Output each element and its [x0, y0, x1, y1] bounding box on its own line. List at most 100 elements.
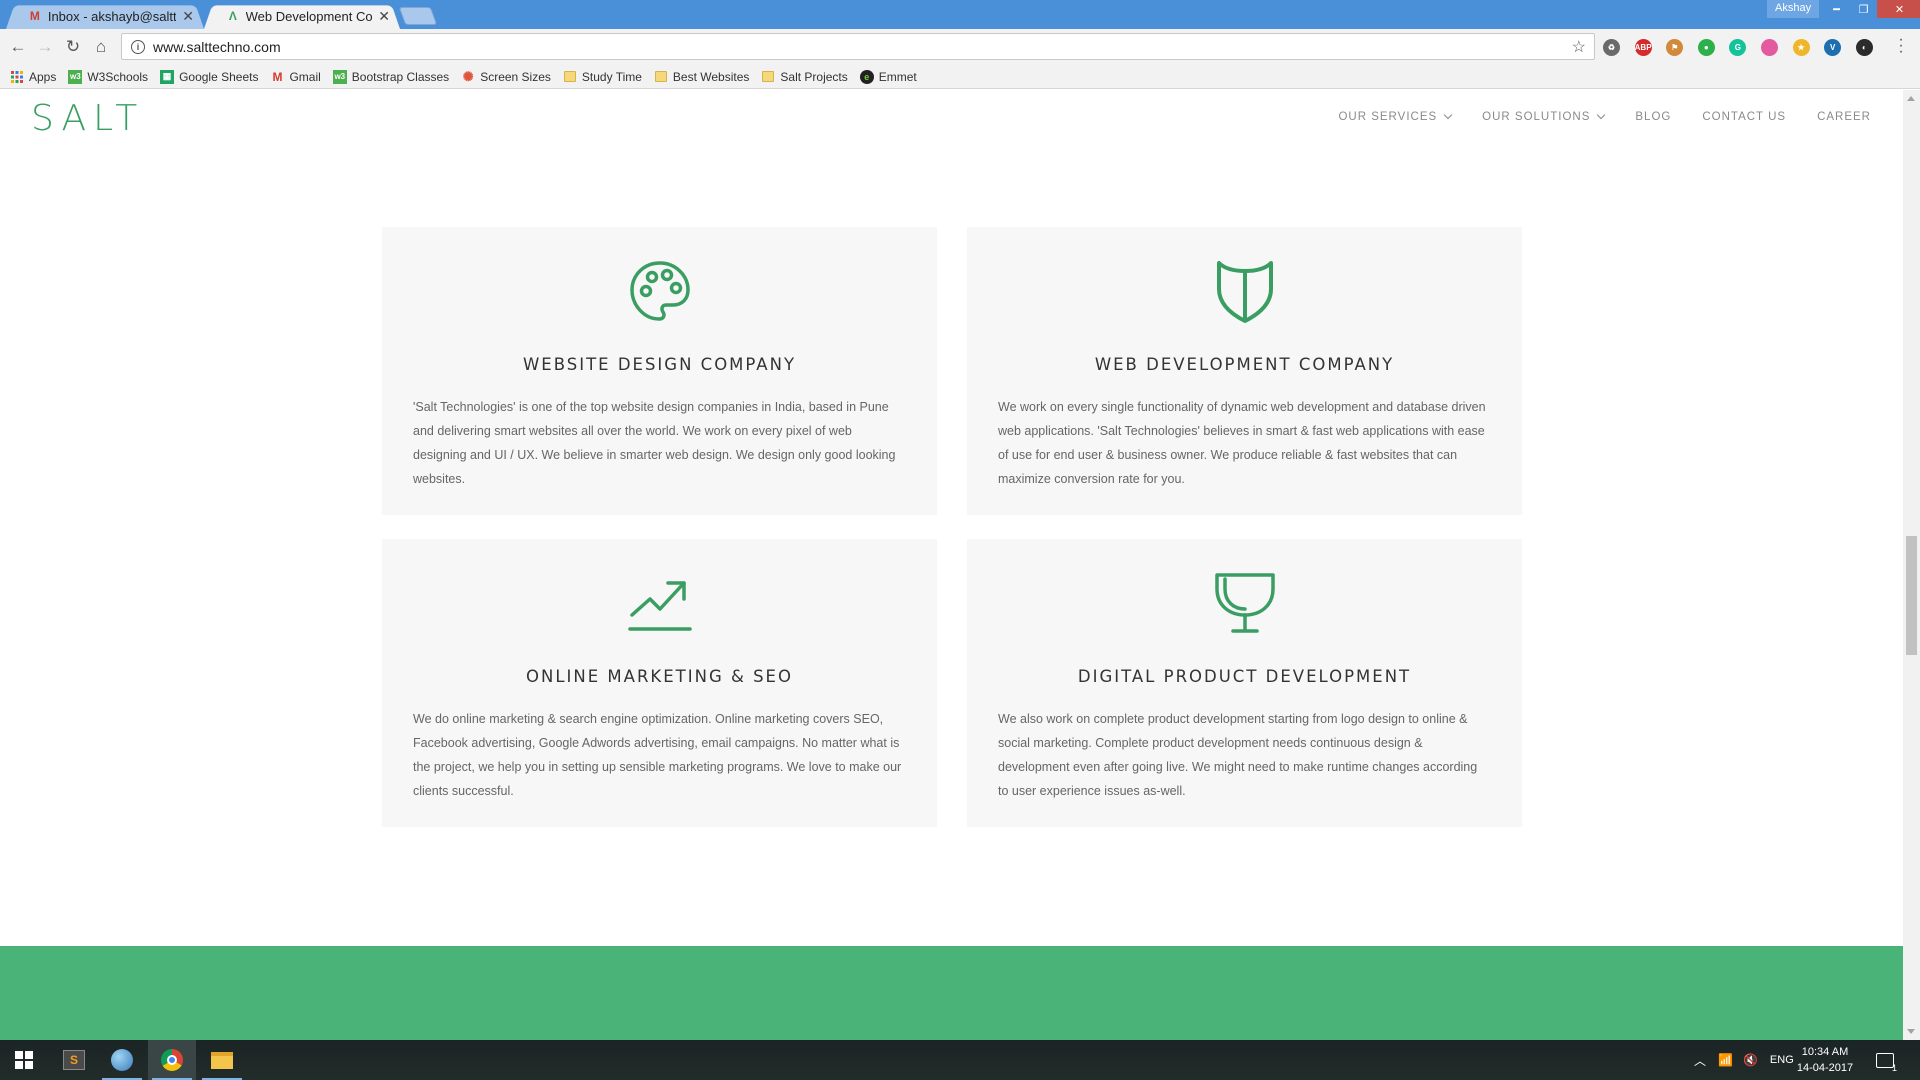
gmail-icon: M	[272, 69, 283, 84]
bookmark-apps[interactable]: Apps	[10, 70, 56, 84]
card-text: 'Salt Technologies' is one of the top we…	[413, 400, 896, 486]
service-card-digital-product: DIGITAL PRODUCT DEVELOPMENT We also work…	[967, 539, 1522, 827]
sublime-text-icon[interactable]: S	[50, 1040, 98, 1080]
bookmark-label: Salt Projects	[780, 69, 848, 84]
bookmark-salt-projects[interactable]: Salt Projects	[761, 69, 848, 84]
salt-icon: Λ	[228, 9, 237, 23]
nav-blog[interactable]: BLOG	[1635, 111, 1671, 123]
bookmark-label: Bootstrap Classes	[351, 69, 450, 84]
language-indicator[interactable]: ENG	[1770, 1054, 1794, 1066]
card-text: We work on every single functionality of…	[998, 400, 1486, 486]
close-icon[interactable]: ✕	[182, 8, 194, 25]
bookmark-label: Google Sheets	[179, 69, 259, 84]
bootstrap-icon: w3	[332, 69, 347, 84]
profile-button[interactable]: Akshay	[1767, 0, 1820, 18]
reload-icon[interactable]: ↻	[63, 37, 83, 57]
site-info-icon[interactable]: i	[131, 39, 145, 54]
paint-app-icon[interactable]	[98, 1040, 146, 1080]
bookmark-bootstrap-classes[interactable]: w3 Bootstrap Classes	[332, 69, 450, 84]
scroll-up-icon[interactable]	[1907, 96, 1915, 101]
nav-career[interactable]: CAREER	[1817, 111, 1871, 123]
grammarly-extension-icon[interactable]: G	[1729, 39, 1747, 56]
tab-title: Web Development Comp	[245, 8, 373, 24]
page-scrollbar[interactable]	[1903, 90, 1920, 1040]
close-icon[interactable]: ✕	[378, 8, 390, 25]
file-explorer-icon[interactable]	[198, 1040, 246, 1080]
dark-circle-extension-icon[interactable]: ◐	[1855, 39, 1873, 56]
chrome-menu-icon[interactable]: · · ·	[1896, 32, 1906, 60]
bookmark-star-extension-icon[interactable]: ★	[1792, 39, 1810, 56]
bookmark-emmet[interactable]: e Emmet	[859, 69, 917, 84]
emmet-icon: e	[859, 69, 874, 84]
close-window-icon[interactable]: ✕	[1877, 0, 1920, 18]
nav-label: CONTACT US	[1702, 111, 1787, 123]
adblock-plus-icon[interactable]: ABP	[1634, 39, 1652, 56]
bookmark-label: Study Time	[581, 69, 642, 84]
card-text: We also work on complete product develop…	[998, 712, 1478, 798]
url-input[interactable]	[153, 38, 1572, 55]
green-section-band	[0, 946, 1903, 1040]
bookmark-screen-sizes[interactable]: ✺ Screen Sizes	[461, 68, 551, 84]
bookmark-label: Gmail	[289, 69, 321, 84]
palette-icon	[629, 261, 690, 321]
bookmark-gmail[interactable]: M Gmail	[270, 70, 320, 84]
forward-icon[interactable]: →	[35, 37, 55, 57]
browser-tab-strip: M Inbox - akshayb@saltte ✕ Λ Web Develop…	[0, 0, 1920, 29]
screen-sizes-icon: ✺	[462, 68, 474, 84]
sheets-icon: ▦	[160, 69, 175, 84]
site-header: SALT OUR SERVICES OUR SOLUTIONS BLOG CON…	[0, 90, 1903, 148]
bookmark-study-time[interactable]: Study Time	[563, 70, 642, 84]
gradient-extension-icon[interactable]	[1761, 39, 1778, 56]
back-icon[interactable]: ←	[8, 37, 28, 57]
restore-icon[interactable]: ❐	[1850, 0, 1877, 18]
browser-toolbar: ← → ↻ ⌂ i ☆ ♻ ABP ⚑ ● G ★ V ◐ ···	[0, 29, 1920, 65]
home-icon[interactable]: ⌂	[91, 37, 111, 57]
tab-web-development[interactable]: Λ Web Development Comp ✕	[204, 3, 400, 29]
nav-label: CAREER	[1817, 111, 1871, 123]
chevron-down-icon	[1597, 110, 1606, 120]
gmail-icon: M	[29, 9, 40, 23]
chevron-down-icon	[1443, 110, 1453, 120]
bookmark-best-websites[interactable]: Best Websites	[654, 70, 749, 84]
folder-icon	[563, 70, 577, 84]
tab-title: Inbox - akshayb@saltte	[47, 8, 177, 24]
bookmark-label: Screen Sizes	[480, 69, 551, 84]
vimeo-extension-icon[interactable]: V	[1824, 39, 1842, 56]
action-center-icon[interactable]: 1	[1876, 1040, 1897, 1080]
chrome-app-icon[interactable]	[148, 1040, 196, 1080]
tray-expand-icon[interactable]: ︿	[1694, 1052, 1706, 1069]
folder-icon	[761, 70, 775, 84]
nav-our-solutions[interactable]: OUR SOLUTIONS	[1482, 110, 1606, 123]
minimize-icon[interactable]: ━	[1823, 0, 1850, 18]
new-tab-button[interactable]	[398, 7, 438, 25]
trophy-icon	[1214, 573, 1275, 633]
volume-muted-icon[interactable]: 🔇	[1743, 1053, 1758, 1067]
evernote-extension-icon[interactable]: ●	[1697, 39, 1715, 56]
clock[interactable]: 10:34 AM 14-04-2017	[1792, 1044, 1858, 1076]
address-bar[interactable]: i ☆	[121, 33, 1595, 60]
clock-date: 14-04-2017	[1796, 1062, 1854, 1074]
bookmark-star-icon[interactable]: ☆	[1572, 37, 1586, 57]
recycle-extension-icon[interactable]: ♻	[1603, 39, 1620, 56]
windows-taskbar: S ︿ 📶 🔇 ENG 10:34 AM 14-04-2017 1	[0, 1040, 1920, 1080]
card-title: DIGITAL PRODUCT DEVELOPMENT	[1077, 667, 1412, 686]
scrollbar-thumb[interactable]	[1906, 536, 1917, 655]
network-icon[interactable]: 📶	[1718, 1053, 1733, 1067]
main-nav: OUR SERVICES OUR SOLUTIONS BLOG CONTACT …	[1307, 110, 1871, 123]
tab-gmail-inbox[interactable]: M Inbox - akshayb@saltte ✕	[6, 3, 204, 29]
apps-grid-icon	[10, 70, 24, 84]
nav-our-services[interactable]: OUR SERVICES	[1338, 110, 1453, 123]
card-title: ONLINE MARKETING & SEO	[526, 667, 793, 686]
bookmark-google-sheets[interactable]: ▦ Google Sheets	[160, 69, 259, 84]
clock-time: 10:34 AM	[1801, 1046, 1849, 1058]
site-logo[interactable]: SALT	[31, 98, 144, 139]
card-text: We do online marketing & search engine o…	[413, 712, 902, 798]
bookmark-w3schools[interactable]: w3 W3Schools	[68, 69, 148, 84]
window-controls: ━ ❐ ✕	[1823, 0, 1920, 18]
paint-roller-extension-icon[interactable]: ⚑	[1666, 39, 1684, 56]
nav-contact-us[interactable]: CONTACT US	[1702, 111, 1786, 123]
windows-start-icon[interactable]	[0, 1040, 48, 1080]
card-title: WEB DEVELOPMENT COMPANY	[1094, 355, 1395, 374]
bookmark-label: Best Websites	[672, 69, 750, 84]
scroll-down-icon[interactable]	[1907, 1029, 1915, 1034]
